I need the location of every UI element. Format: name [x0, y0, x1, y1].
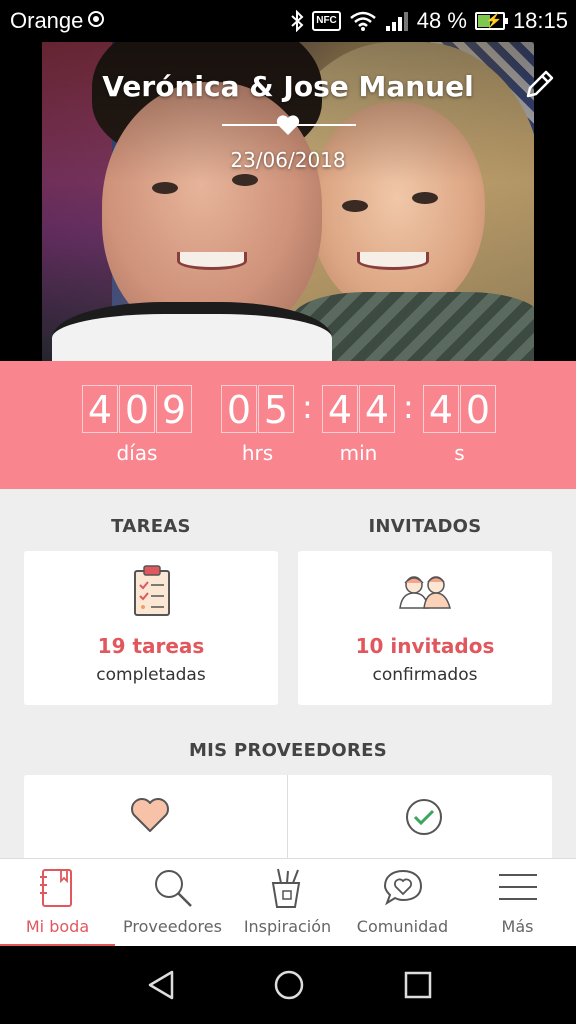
seconds-digit: 4: [423, 385, 459, 433]
time-separator: :: [302, 388, 313, 426]
nav-label: Proveedores: [123, 917, 222, 936]
proveedores-contratados[interactable]: [288, 775, 552, 858]
battery-icon: ⚡: [474, 12, 508, 30]
countdown-panel: 4 0 9 días 0 5 hrs : 4 4 min : 4 0 s: [0, 361, 576, 489]
nav-label: Comunidad: [356, 917, 449, 936]
wedding-date: 23/06/2018: [230, 148, 346, 172]
minutes-digit: 4: [359, 385, 395, 433]
edit-pencil-icon[interactable]: [522, 68, 556, 102]
nav-mas[interactable]: Más: [460, 859, 575, 947]
proveedores-favoritos[interactable]: [24, 775, 287, 858]
clock: 18:15: [512, 8, 568, 33]
invitados-desc: confirmados: [372, 665, 478, 685]
tareas-desc: completadas: [96, 665, 206, 685]
notification-icon: [88, 11, 104, 27]
tareas-count: 19 tareas: [97, 634, 205, 658]
hours-digit: 0: [221, 385, 257, 433]
brushes-icon: [271, 868, 301, 908]
search-icon: [155, 870, 192, 907]
charging-icon: ⚡: [484, 12, 503, 28]
recents-icon[interactable]: [401, 968, 435, 1002]
clipboard-icon: [134, 565, 170, 616]
battery-percent: 48 %: [416, 8, 467, 33]
time-separator: :: [403, 388, 414, 426]
hours-label: hrs: [241, 441, 274, 465]
wifi-icon: [349, 11, 376, 31]
minutes-digit: 4: [322, 385, 358, 433]
days-digit: 9: [156, 385, 192, 433]
nav-inspiracion[interactable]: Inspiración: [230, 859, 345, 947]
days-label: días: [116, 441, 158, 465]
nav-label: Más: [501, 917, 534, 936]
dashboard-content: TAREAS INVITADOS 19 tareas completadas 1…: [0, 489, 576, 858]
guests-icon: [399, 576, 451, 609]
tareas-card[interactable]: 19 tareas completadas: [24, 551, 278, 705]
nav-label: Inspiración: [243, 917, 332, 936]
carrier-name: Orange: [10, 8, 84, 33]
nav-label: Mi boda: [25, 917, 90, 936]
days-digit: 0: [119, 385, 155, 433]
signal-icon: [385, 12, 408, 31]
hero-banner: Verónica & Jose Manuel 23/06/2018: [0, 42, 576, 361]
check-circle-icon: [406, 799, 442, 835]
seconds-label: s: [454, 441, 465, 465]
hours-digit: 5: [258, 385, 294, 433]
heart-icon: [131, 798, 169, 832]
proveedores-title: MIS PROVEEDORES: [188, 740, 388, 761]
tareas-title: TAREAS: [111, 516, 191, 537]
notebook-icon: [40, 869, 72, 907]
nfc-icon: NFC: [312, 11, 341, 31]
days-digit: 4: [82, 385, 118, 433]
chat-heart-icon: [383, 869, 423, 906]
nav-comunidad[interactable]: Comunidad: [345, 859, 460, 947]
nav-proveedores[interactable]: Proveedores: [115, 859, 230, 947]
seconds-digit: 0: [460, 385, 496, 433]
invitados-count: 10 invitados: [355, 634, 495, 658]
status-bar: Orange NFC 48 % ⚡ 18:15: [0, 0, 576, 42]
system-navigation-bar: [0, 946, 576, 1024]
back-icon[interactable]: [144, 968, 178, 1002]
heart-icon: [276, 115, 300, 135]
couple-names: Verónica & Jose Manuel: [102, 70, 474, 103]
bluetooth-icon: [291, 10, 304, 32]
home-icon[interactable]: [272, 968, 306, 1002]
menu-icon: [499, 874, 537, 900]
bottom-navigation: Mi boda Proveedores Inspiración Comunida…: [0, 858, 576, 947]
invitados-title: INVITADOS: [368, 516, 482, 537]
invitados-card[interactable]: 10 invitados confirmados: [298, 551, 552, 705]
minutes-label: min: [339, 441, 378, 465]
nav-mi-boda[interactable]: Mi boda: [0, 859, 115, 947]
proveedores-card: [24, 775, 552, 858]
